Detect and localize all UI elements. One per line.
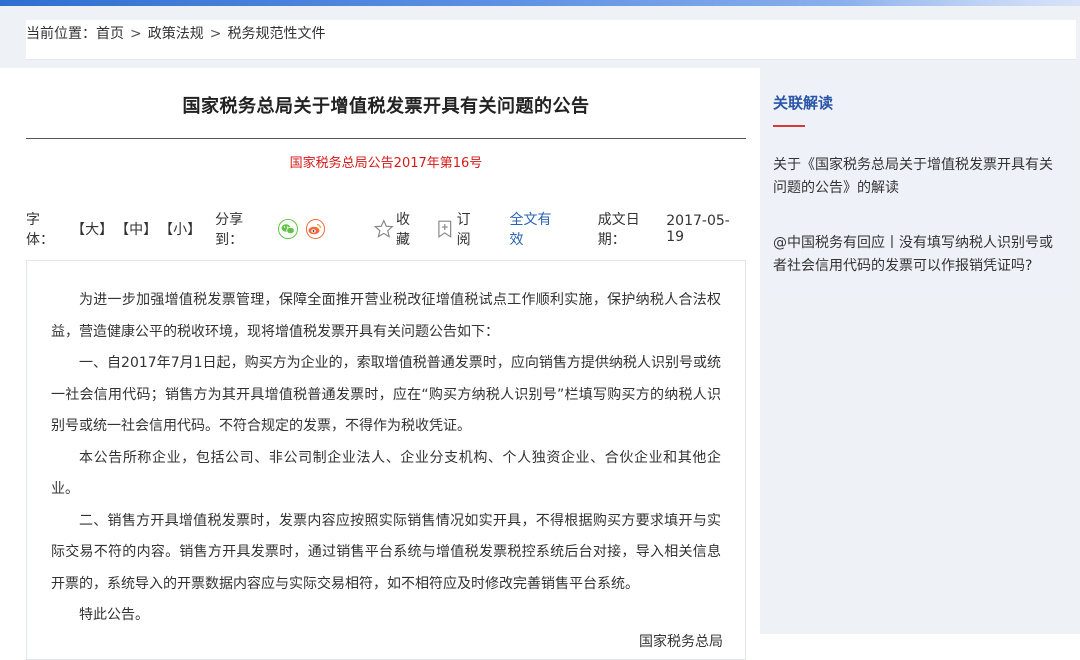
article-panel: 国家税务总局关于增值税发票开具有关问题的公告 国家税务总局公告2017年第16号…: [0, 68, 760, 660]
breadcrumb: 当前位置：首页 > 政策法规 > 税务规范性文件: [26, 20, 1076, 60]
related-reading-title: 关联解读: [773, 94, 834, 112]
article-body: 为进一步加强增值税发票管理，保障全面推开营业税改征增值税试点工作顺利实施，保护纳…: [51, 285, 721, 632]
font-medium-button[interactable]: 【中】: [115, 219, 157, 239]
subscribe-label: 订阅: [456, 212, 471, 248]
issuer-signature: 国家税务总局: [639, 634, 723, 650]
breadcrumb-home-link[interactable]: 首页: [96, 26, 124, 42]
breadcrumb-separator: >: [209, 26, 222, 42]
date-label: 成文日期：: [597, 212, 640, 248]
font-small-button[interactable]: 【小】: [159, 219, 201, 239]
related-reading-link-qa[interactable]: @中国税务有回应丨没有填写纳税人识别号或者社会信用代码的发票可以作报销凭证吗?: [773, 232, 1063, 278]
wechat-icon[interactable]: [278, 219, 298, 239]
article-paragraph: 本公告所称企业，包括公司、非公司制企业法人、企业分支机构、个人独资企业、合伙企业…: [51, 449, 721, 498]
breadcrumb-tax-docs-link[interactable]: 税务规范性文件: [227, 26, 325, 42]
bookmark-plus-icon: [438, 220, 452, 238]
article-paragraph: 特此公告。: [79, 607, 149, 623]
article-paragraph: 二、销售方开具增值税发票时，发票内容应按照实际销售情况如实开具，不得根据购买方要…: [51, 512, 721, 592]
document-number: 国家税务总局公告2017年第16号: [289, 156, 483, 171]
star-icon: [374, 219, 394, 238]
breadcrumb-policy-link[interactable]: 政策法规: [148, 26, 204, 42]
breadcrumb-separator: >: [130, 26, 142, 42]
favorite-label: 收藏: [395, 212, 410, 248]
article-paragraph: 为进一步加强增值税发票管理，保障全面推开营业税改征增值税试点工作顺利实施，保护纳…: [51, 292, 721, 340]
article-paragraph: 一、自2017年7月1日起，购买方为企业的，索取增值税普通发票时，应向销售方提供…: [51, 355, 721, 434]
document-date: 2017-05-19: [666, 213, 730, 245]
subscribe-button[interactable]: 订阅: [435, 209, 484, 249]
share-label: 分享到：: [215, 212, 244, 248]
validity-status-link[interactable]: 全文有效: [510, 209, 565, 249]
related-reading-underline: [773, 125, 805, 127]
related-reading-link-interpretation[interactable]: 关于《国家税务总局关于增值税发票开具有关问题的公告》的解读: [773, 154, 1063, 200]
weibo-icon[interactable]: [305, 219, 326, 239]
font-large-button[interactable]: 【大】: [71, 219, 113, 239]
related-reading-panel: 关联解读 关于《国家税务总局关于增值税发票开具有关问题的公告》的解读 @中国税务…: [761, 78, 1074, 294]
article-body-box: 为进一步加强增值税发票管理，保障全面推开营业税改征增值税试点工作顺利实施，保护纳…: [26, 260, 746, 660]
article-toolbar: 字体： 【大】 【中】 【小】 分享到： 收藏 订阅 全文有效 成文日期： 20…: [26, 212, 746, 248]
favorite-button[interactable]: 收藏: [374, 209, 423, 249]
title-divider: [26, 138, 746, 139]
font-size-label: 字体：: [26, 212, 54, 248]
page-background: 当前位置：首页 > 政策法规 > 税务规范性文件 国家税务总局关于增值税发票开具有关问题…: [0, 6, 1080, 660]
breadcrumb-label: 当前位置：: [26, 26, 96, 42]
page-title: 国家税务总局关于增值税发票开具有关问题的公告: [182, 96, 590, 117]
